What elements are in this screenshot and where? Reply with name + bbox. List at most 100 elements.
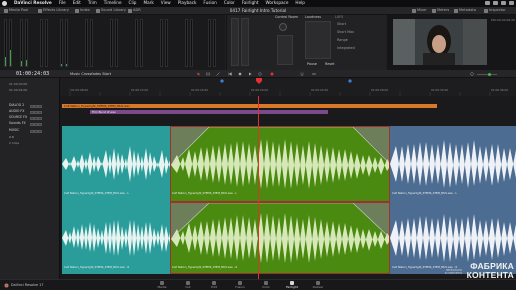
music-clip-center-r[interactable] bbox=[170, 202, 390, 274]
metadata-icon bbox=[454, 9, 458, 13]
zoom-slider[interactable] bbox=[477, 73, 497, 75]
pause-button[interactable]: Pause bbox=[307, 62, 317, 66]
loudness-short: Short bbox=[337, 22, 347, 26]
range-tool-icon[interactable] bbox=[206, 72, 210, 76]
reset-button[interactable]: Reset bbox=[325, 62, 334, 66]
menu-edit[interactable]: Edit bbox=[73, 1, 81, 5]
play-icon[interactable] bbox=[248, 72, 252, 76]
page-fusion[interactable]: Fusion bbox=[230, 281, 250, 289]
timeline-ruler[interactable]: 01:00:08:00 01:00:12:00 01:00:16:00 01:0… bbox=[60, 78, 516, 96]
menu-color[interactable]: Color bbox=[224, 1, 235, 5]
meter bbox=[85, 19, 88, 67]
razor-tool-icon[interactable] bbox=[216, 72, 220, 76]
playhead[interactable] bbox=[258, 96, 259, 286]
zoom-out-icon[interactable] bbox=[470, 72, 474, 76]
ruler-time: 01:00:08:00 bbox=[71, 88, 89, 92]
menu-workspace[interactable]: Workspace bbox=[266, 1, 289, 5]
menu-fusion[interactable]: Fusion bbox=[203, 1, 216, 5]
mixer-button[interactable]: Mixer bbox=[412, 9, 427, 13]
meter bbox=[90, 19, 93, 67]
music-clip-left[interactable] bbox=[62, 126, 170, 202]
menu-view[interactable]: View bbox=[161, 1, 171, 5]
menu-clip[interactable]: Clip bbox=[129, 1, 137, 5]
snap-icon[interactable] bbox=[300, 72, 304, 76]
marker-icon[interactable] bbox=[348, 79, 352, 83]
menu-playback[interactable]: Playback bbox=[178, 1, 197, 5]
video-viewer: MO:00.00:06.00 bbox=[387, 15, 516, 70]
link-icon[interactable] bbox=[312, 72, 316, 76]
menu-trim[interactable]: Trim bbox=[88, 1, 97, 5]
apple-icon[interactable] bbox=[2, 1, 7, 6]
mon-meter bbox=[231, 18, 239, 66]
record-arm-button[interactable] bbox=[30, 104, 34, 108]
marker-icon[interactable] bbox=[220, 79, 224, 83]
solo-button[interactable] bbox=[34, 110, 38, 114]
video-frame bbox=[393, 19, 487, 65]
menu-fairlight[interactable]: Fairlight bbox=[242, 1, 259, 5]
dialog-clip[interactable]: Cult Nation_Hyperlight_STEMS_STEM_MUS.wa… bbox=[62, 104, 437, 108]
search-icon[interactable] bbox=[501, 1, 506, 5]
page-cut[interactable]: Cut bbox=[178, 281, 198, 289]
app-menu[interactable]: DaVinci Resolve bbox=[14, 1, 52, 5]
resolve-logo: DaVinci Resolve 17 bbox=[4, 283, 43, 288]
music-clip-right[interactable] bbox=[390, 126, 516, 202]
skip-back-icon[interactable] bbox=[228, 72, 232, 76]
page-fairlight[interactable]: Fairlight bbox=[282, 281, 302, 289]
solo-button[interactable] bbox=[34, 122, 38, 126]
timeline-name[interactable]: Music Crossfades Start bbox=[70, 72, 111, 77]
record-arm-button[interactable] bbox=[30, 110, 34, 114]
inspector-button[interactable]: Inspector bbox=[484, 9, 506, 13]
music-clip-center[interactable] bbox=[170, 126, 390, 202]
solo-button[interactable] bbox=[34, 129, 38, 133]
ruler-time: 01:00:04:00 bbox=[9, 88, 28, 92]
fx-clip[interactable]: Film Burst LT.wav bbox=[90, 110, 328, 114]
control-center-icon[interactable] bbox=[509, 1, 514, 5]
music-clip-left-r[interactable] bbox=[62, 202, 170, 274]
meters-button[interactable]: Meters bbox=[432, 9, 449, 13]
mute-button[interactable] bbox=[38, 110, 42, 114]
battery-icon[interactable] bbox=[493, 1, 498, 5]
track-header-soundsfx[interactable]: Sounds FX bbox=[0, 121, 60, 127]
meter bbox=[135, 19, 138, 67]
meter bbox=[20, 19, 23, 67]
playhead-marker-icon[interactable] bbox=[256, 78, 262, 84]
mute-button[interactable] bbox=[38, 104, 42, 108]
menu-mark[interactable]: Mark bbox=[143, 1, 153, 5]
clip-label: Cult Nation_Hyperlight_STEMS_STEM_MUS.wa… bbox=[392, 192, 457, 195]
mute-button[interactable] bbox=[38, 129, 42, 133]
page-media[interactable]: Media bbox=[152, 281, 172, 289]
record-icon[interactable] bbox=[270, 72, 274, 76]
pointer-tool-icon[interactable] bbox=[197, 72, 201, 76]
metadata-button[interactable]: Metadata bbox=[454, 9, 476, 13]
record-arm-button[interactable] bbox=[30, 129, 34, 133]
mute-button[interactable] bbox=[38, 116, 42, 120]
loop-icon[interactable] bbox=[258, 72, 262, 76]
record-arm-button[interactable] bbox=[30, 116, 34, 120]
menu-timeline[interactable]: Timeline bbox=[104, 1, 122, 5]
clip-label: Cult Nation_Hyperlight_STEMS_STEM_MUS.wa… bbox=[64, 266, 130, 269]
page-color[interactable]: Color bbox=[256, 281, 276, 289]
menu-help[interactable]: Help bbox=[295, 1, 305, 5]
meter bbox=[160, 19, 163, 67]
mute-button[interactable] bbox=[38, 122, 42, 126]
track-header-music[interactable]: MUSIC bbox=[0, 128, 60, 134]
meter bbox=[213, 19, 216, 67]
solo-button[interactable] bbox=[34, 116, 38, 120]
waveform bbox=[62, 146, 170, 182]
meter bbox=[65, 19, 68, 67]
level-knob[interactable] bbox=[279, 23, 287, 31]
brand-watermark: ФАБРИКА КОНТЕНТА bbox=[454, 262, 514, 279]
control-room-label: Control Room bbox=[275, 15, 298, 19]
record-arm-button[interactable] bbox=[30, 122, 34, 126]
page-edit[interactable]: Edit bbox=[204, 281, 224, 289]
menu-file[interactable]: File bbox=[59, 1, 66, 5]
wifi-icon[interactable] bbox=[485, 1, 490, 5]
waveform bbox=[62, 220, 170, 256]
page-deliver[interactable]: Deliver bbox=[308, 281, 328, 289]
zoom-slider-handle[interactable] bbox=[488, 72, 491, 76]
loudness-meter bbox=[305, 21, 331, 59]
music-level[interactable]: 2.0 bbox=[9, 136, 14, 139]
page-bar: DaVinci Resolve 17 Media Cut Edit Fusion… bbox=[0, 279, 516, 290]
solo-button[interactable] bbox=[34, 104, 38, 108]
stop-icon[interactable] bbox=[238, 72, 242, 76]
